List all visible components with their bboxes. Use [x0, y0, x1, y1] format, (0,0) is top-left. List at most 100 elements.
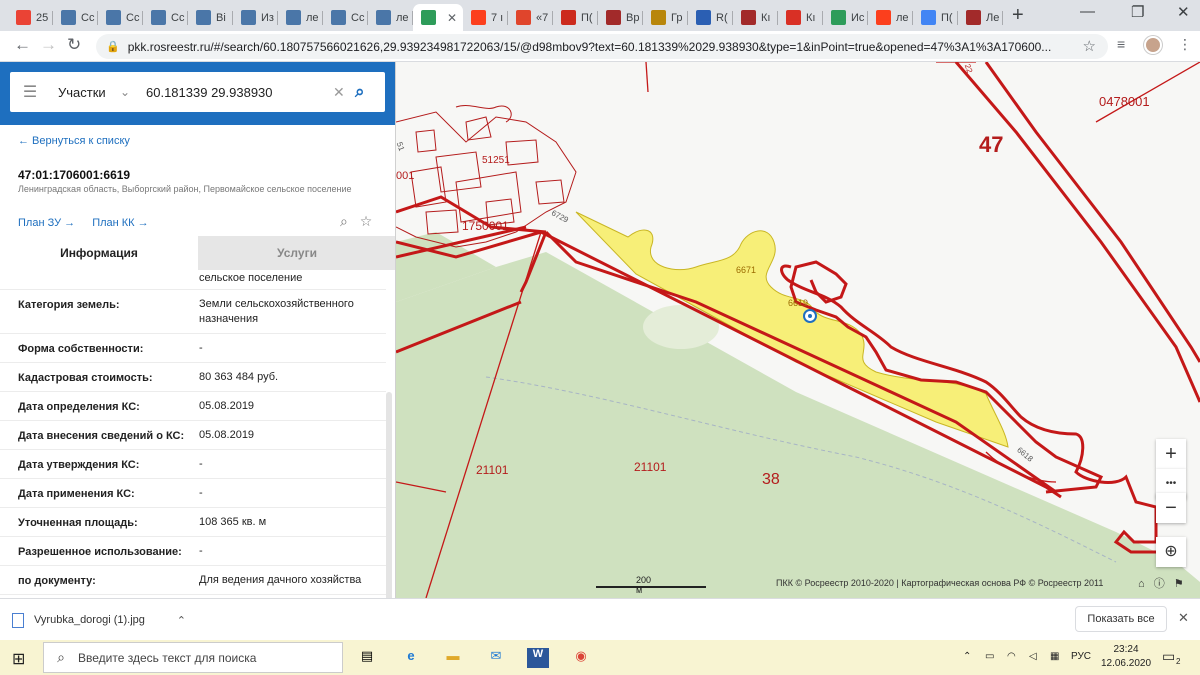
tab-favicon-icon — [151, 10, 166, 25]
browser-tab[interactable]: ле — [868, 4, 913, 31]
cadastral-number: 47:01:1706001:6619 — [18, 168, 131, 182]
windows-start-icon[interactable]: ⊞ — [12, 649, 25, 669]
language-indicator[interactable]: РУС — [1071, 651, 1091, 662]
hamburger-menu-icon[interactable]: ☰ — [10, 82, 50, 102]
attribute-row: сельское поселение — [0, 270, 386, 290]
taskbar-search[interactable]: ⌕ Введите здесь текст для поиска — [43, 642, 343, 673]
tab-favicon-icon — [331, 10, 346, 25]
minimize-button[interactable]: — — [1080, 3, 1095, 20]
zoom-to-parcel-icon[interactable]: ⌕ — [340, 213, 348, 229]
browser-tab[interactable]: Кı — [733, 4, 778, 31]
browser-tab[interactable]: Сс — [53, 4, 98, 31]
bookmark-star-icon[interactable]: ☆ — [1083, 37, 1096, 55]
reading-list-icon[interactable]: ≡ — [1117, 36, 1125, 52]
chevron-up-icon[interactable]: ⌃ — [177, 614, 186, 627]
tab-title: Сс — [171, 11, 185, 24]
back-icon[interactable]: ← — [14, 35, 31, 55]
attribute-row: Дата утверждения КС: - — [0, 450, 386, 479]
task-view-icon[interactable]: ▤ — [356, 648, 378, 668]
search-box: ☰ Участки ⌄ 60.181339 29.938930 ✕ ⌕ — [10, 72, 385, 112]
search-icon[interactable]: ⌕ — [355, 82, 385, 102]
plan-kk-link[interactable]: План КК → — [92, 217, 148, 229]
browser-tab[interactable]: Ві — [188, 4, 233, 31]
mail-icon[interactable]: ✉ — [485, 648, 507, 668]
attribute-row: Разрешенное использование: - — [0, 537, 386, 566]
browser-tab[interactable]: 25 — [8, 4, 53, 31]
tab-title: Кı — [806, 11, 816, 24]
battery-icon[interactable]: ▭ — [985, 651, 994, 662]
avatar[interactable] — [1144, 36, 1162, 54]
chrome-menu-icon[interactable]: ⋮ — [1178, 36, 1192, 53]
file-explorer-icon[interactable]: ▬ — [442, 648, 464, 668]
chrome-icon[interactable]: ◉ — [570, 648, 592, 668]
browser-tab[interactable]: Гр — [643, 4, 688, 31]
browser-tab[interactable]: ле — [278, 4, 323, 31]
browser-tab[interactable]: Сс — [323, 4, 368, 31]
browser-tab[interactable]: П( — [553, 4, 598, 31]
browser-tab[interactable]: ле — [368, 4, 413, 31]
browser-tab[interactable]: 7 ı — [463, 4, 508, 31]
browser-tab[interactable]: R( — [688, 4, 733, 31]
share-icon[interactable]: ⚑ — [1174, 578, 1184, 590]
close-tab-icon[interactable]: ✕ — [447, 11, 457, 25]
clear-icon[interactable]: ✕ — [333, 84, 355, 101]
attribute-value: Для ведения дачного хозяйства — [199, 574, 362, 586]
map-canvas[interactable] — [396, 62, 1200, 598]
compass-icon[interactable]: ⊕ — [1156, 537, 1186, 567]
address-bar[interactable]: 🔒 pkk.rosreestr.ru/#/search/60.180757566… — [96, 34, 1108, 59]
quarter-label-0478001: 0478001 — [1099, 94, 1150, 109]
tab-information[interactable]: Информация — [0, 236, 198, 270]
attribute-key: Уточненная площадь: — [18, 517, 138, 529]
new-tab-button[interactable]: + — [1012, 4, 1024, 27]
browser-tab[interactable]: Ле — [958, 4, 1003, 31]
volume-icon[interactable]: ◁ — [1029, 651, 1037, 662]
tab-favicon-icon — [241, 10, 256, 25]
browser-tab[interactable]: «7 — [508, 4, 553, 31]
browser-tab[interactable]: Сс — [143, 4, 188, 31]
notification-icon[interactable]: ▭ — [1162, 648, 1175, 665]
system-clock[interactable]: 23:24 12.06.2020 — [1096, 643, 1156, 671]
attribute-key: Дата определения КС: — [18, 401, 140, 413]
cadastral-map[interactable]: 0478001 47 51251 1750001 6729 6671 6619 … — [396, 62, 1200, 598]
attribute-value: 05.08.2019 — [199, 400, 255, 412]
download-item[interactable]: Vyrubka_dorogi (1).jpg ⌃ — [12, 607, 198, 633]
tab-title: Вр — [626, 11, 640, 24]
show-all-downloads-button[interactable]: Показать все — [1075, 606, 1167, 632]
tab-services[interactable]: Услуги — [198, 236, 395, 270]
browser-tab[interactable]: Сс — [98, 4, 143, 31]
search-input[interactable]: 60.181339 29.938930 — [142, 85, 333, 100]
tray-chevron-icon[interactable]: ⌃ — [963, 651, 971, 662]
attribute-value: сельское поселение — [199, 272, 303, 284]
info-icon[interactable]: ⓘ — [1154, 578, 1165, 590]
plan-zu-link[interactable]: План ЗУ → — [18, 217, 75, 229]
browser-tab[interactable]: П( — [913, 4, 958, 31]
zoom-in-button[interactable]: + — [1156, 439, 1186, 469]
browser-tab[interactable]: Ис — [823, 4, 868, 31]
wifi-icon[interactable]: ◠ — [1007, 651, 1016, 662]
reload-icon[interactable]: ↻ — [67, 35, 81, 55]
close-window-button[interactable]: ✕ — [1177, 3, 1190, 21]
browser-tab[interactable]: Кı — [778, 4, 823, 31]
browser-tab[interactable]: Вр — [598, 4, 643, 31]
keyboard-icon[interactable]: ▦ — [1050, 651, 1059, 662]
tab-favicon-icon — [561, 10, 576, 25]
edge-icon[interactable]: e — [400, 648, 422, 668]
search-type-select[interactable]: Участки — [50, 85, 120, 100]
maximize-button[interactable]: ❐ — [1131, 3, 1144, 21]
forward-icon[interactable]: → — [40, 35, 57, 55]
browser-tab[interactable]: Из — [233, 4, 278, 31]
favorite-star-icon[interactable]: ☆ — [360, 213, 373, 229]
notification-count: 2 — [1176, 657, 1181, 666]
lock-icon: 🔒 — [106, 41, 120, 53]
parcel-label-51251: 51251 — [482, 155, 510, 166]
back-to-list-link[interactable]: ← Вернуться к списку — [18, 135, 130, 147]
zoom-out-button[interactable]: − — [1156, 493, 1186, 523]
close-download-bar-icon[interactable]: ✕ — [1178, 610, 1189, 626]
home-icon[interactable]: ⌂ — [1138, 578, 1145, 590]
attribute-row: по документу: Для ведения дачного хозяйст… — [0, 566, 386, 595]
browser-tab[interactable]: ✕ — [413, 4, 463, 31]
chevron-down-icon[interactable]: ⌄ — [120, 85, 142, 99]
attribute-row: Дата применения КС: - — [0, 479, 386, 508]
word-icon[interactable]: W — [527, 648, 549, 668]
panel-scrollbar[interactable] — [386, 392, 392, 598]
